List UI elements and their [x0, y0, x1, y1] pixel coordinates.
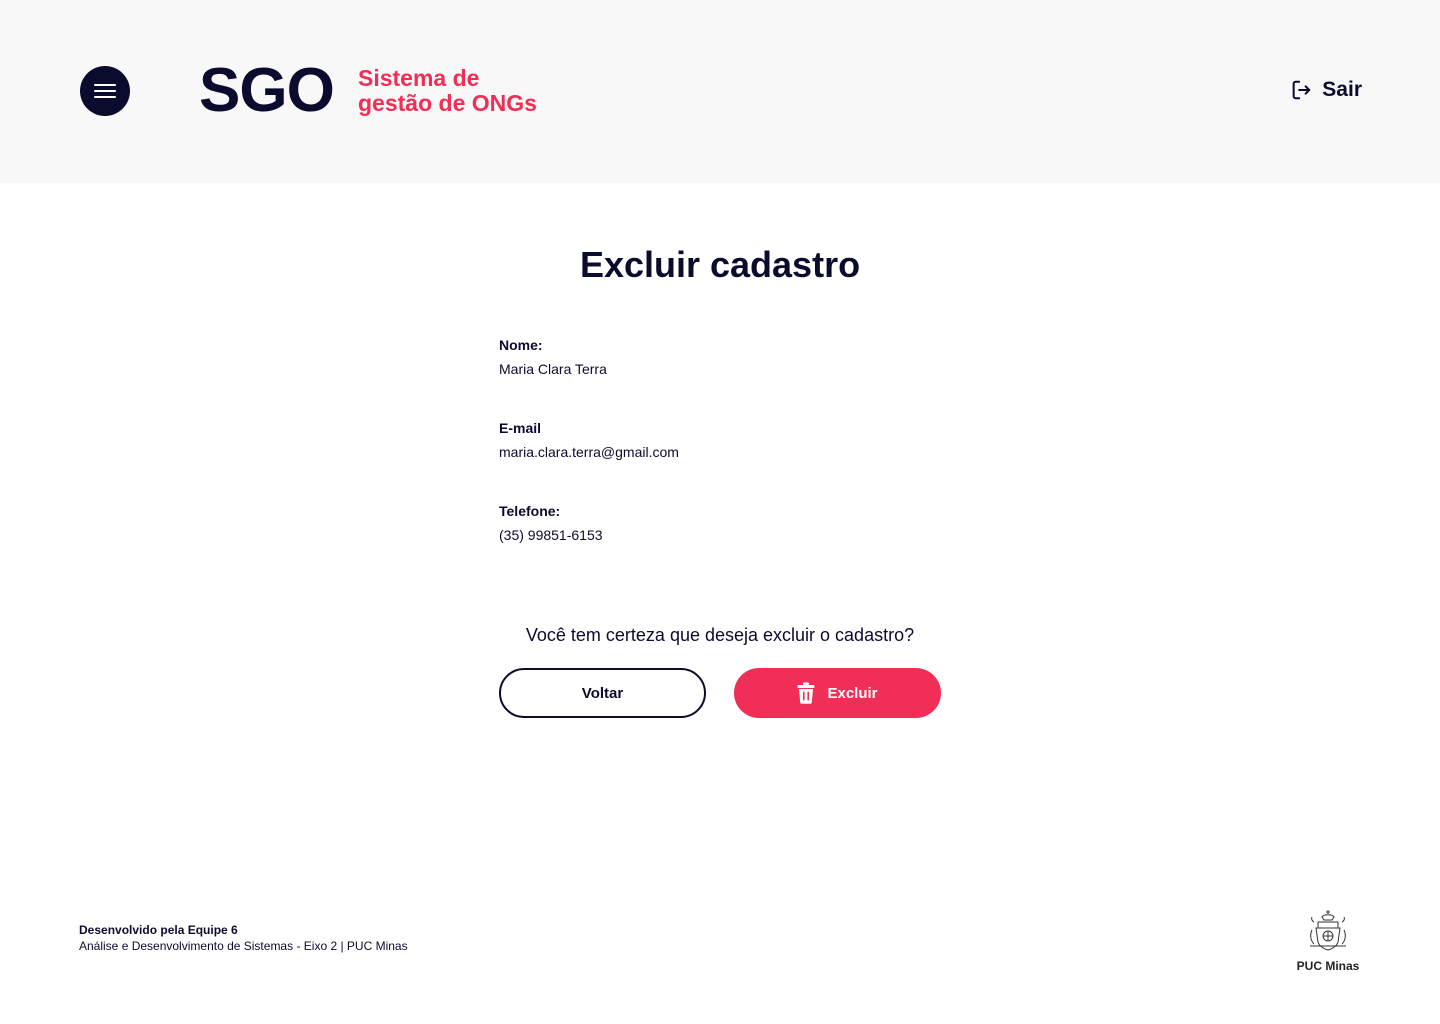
field-email-value: maria.clara.terra@gmail.com [499, 444, 679, 460]
menu-button[interactable] [80, 66, 130, 116]
hamburger-menu-icon [94, 84, 116, 98]
field-email-label: E-mail [499, 420, 542, 436]
app-logo: SGO [199, 56, 335, 125]
footer-credits-line1: Desenvolvido pela Equipe 6 [79, 923, 238, 937]
puc-minas-crest-icon [1310, 910, 1346, 951]
app-subtitle: Sistema de gestão de ONGs [358, 66, 578, 116]
footer-credits-line2: Análise e Desenvolvimento de Sistemas - … [79, 939, 408, 953]
app-subtitle-line2: gestão de ONGs [358, 90, 537, 116]
back-button-label: Voltar [581, 684, 624, 702]
puc-minas-logo-text: PUC Minas [1296, 959, 1360, 973]
logout-label: Sair [1322, 78, 1362, 101]
delete-button-label: Excluir [827, 684, 878, 702]
footer-credits: Desenvolvido pela Equipe 6 Análise e Des… [79, 923, 408, 953]
field-phone-label: Telefone: [499, 503, 561, 519]
delete-button[interactable]: Excluir [734, 668, 941, 718]
puc-minas-logo: PUC Minas [1290, 908, 1366, 973]
field-name-value: Maria Clara Terra [499, 361, 607, 377]
field-name: Nome: Maria Clara Terra [499, 337, 607, 377]
page-title: Excluir cadastro [579, 244, 861, 285]
logout-button[interactable]: Sair [1290, 78, 1362, 102]
field-email: E-mail maria.clara.terra@gmail.com [499, 420, 679, 460]
app-subtitle-line1: Sistema de [358, 65, 480, 91]
logout-icon [1292, 80, 1311, 100]
confirm-question: Você tem certeza que deseja excluir o ca… [525, 625, 915, 645]
field-phone-value: (35) 99851-6153 [499, 527, 603, 543]
back-button[interactable]: Voltar [499, 668, 706, 718]
field-name-label: Nome: [499, 337, 543, 353]
top-header: SGO Sistema de gestão de ONGs Sair [0, 0, 1440, 183]
field-phone: Telefone: (35) 99851-6153 [499, 503, 603, 543]
trash-icon [797, 682, 815, 704]
